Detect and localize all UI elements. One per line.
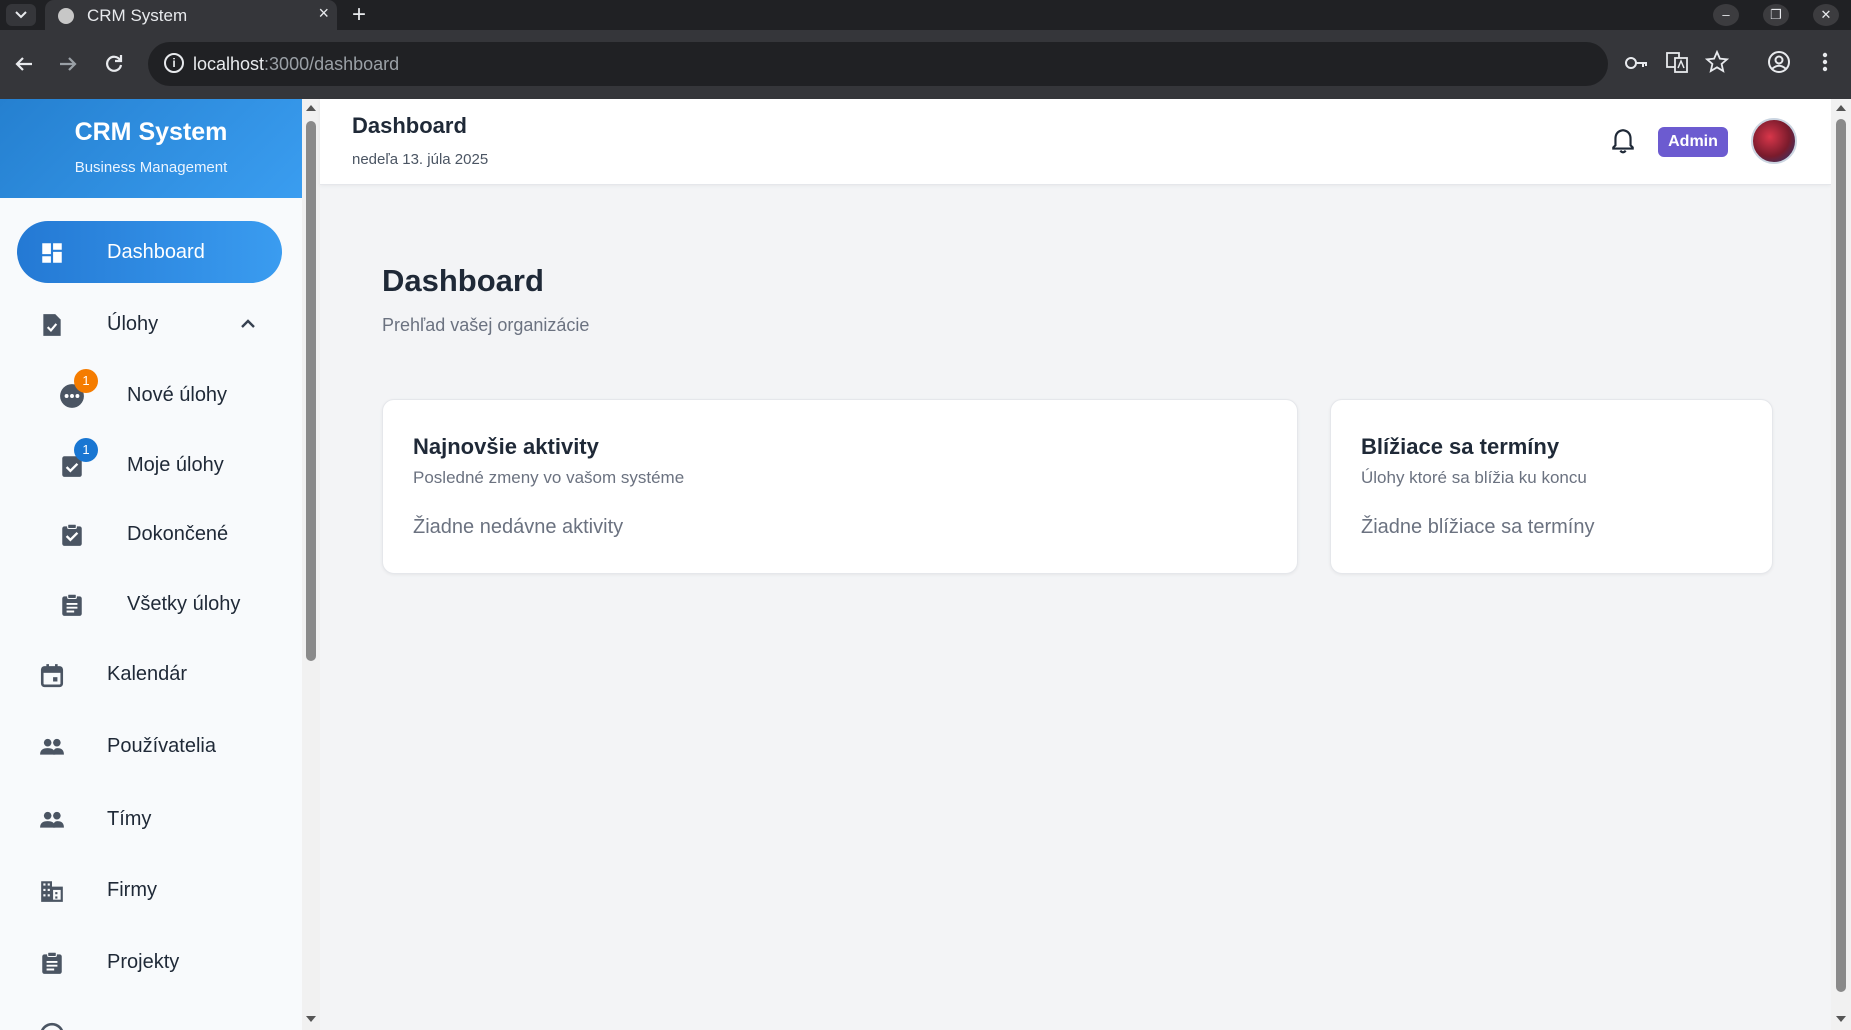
role-badge: Admin	[1658, 127, 1728, 157]
header-title: Dashboard	[352, 113, 467, 138]
sidebar: CRM System Business Management Dashboard…	[0, 99, 302, 1030]
scroll-down-arrow-icon[interactable]	[306, 1016, 316, 1022]
sidebar-item-projekty[interactable]: Projekty	[17, 931, 282, 993]
sidebar-item-label: Tímy	[107, 808, 152, 830]
sidebar-item-nove-ulohy[interactable]: 1 Nové úlohy	[17, 364, 282, 426]
close-window-button[interactable]: ✕	[1813, 4, 1839, 26]
project-clipboard-icon	[42, 951, 62, 974]
people-icon	[40, 738, 64, 755]
card-subtitle: Úlohy ktoré sa blížia ku koncu	[1361, 468, 1587, 487]
dashboard-icon	[42, 243, 62, 263]
main-content: Dashboard nedeľa 13. júla 2025 Admin Das…	[320, 99, 1831, 1030]
page-subtitle: Prehľad vašej organizácie	[382, 315, 590, 335]
avatar[interactable]	[1751, 118, 1797, 164]
activities-card: Najnovšie aktivity Posledné zmeny vo vaš…	[382, 399, 1298, 574]
header-date: nedeľa 13. júla 2025	[352, 151, 489, 168]
sidebar-item-moje-ulohy[interactable]: 1 Moje úlohy	[17, 434, 282, 496]
sidebar-item-label: Dokončené	[127, 523, 229, 545]
card-title: Najnovšie aktivity	[413, 434, 599, 459]
sidebar-item-label: Moje úlohy	[127, 454, 224, 476]
kebab-menu-icon[interactable]	[1815, 50, 1835, 74]
bell-icon[interactable]	[1610, 127, 1636, 155]
empty-state-text: Žiadne blížiace sa termíny	[1361, 516, 1595, 538]
task-file-icon	[43, 314, 61, 336]
clipboard-list-icon	[62, 593, 82, 616]
sidebar-item-pouzivatelia[interactable]: Používatelia	[17, 715, 282, 777]
top-header: Dashboard nedeľa 13. júla 2025 Admin	[320, 99, 1831, 185]
sidebar-item-label: Všetky úlohy	[127, 593, 241, 615]
browser-tab[interactable]: CRM System ×	[45, 0, 337, 30]
sidebar-item-firmy[interactable]: Firmy	[17, 859, 282, 921]
browser-toolbar: i localhost:3000/dashboard	[0, 30, 1851, 99]
page-scrollbar[interactable]	[1831, 99, 1851, 1030]
new-tab-button[interactable]: +	[352, 1, 366, 29]
brand-title: CRM System	[74, 118, 228, 146]
globe-icon	[58, 8, 74, 24]
sidebar-item-label: Dashboard	[107, 241, 205, 263]
forward-arrow-icon[interactable]	[56, 52, 80, 76]
sidebar-item-cutoff[interactable]	[17, 1003, 282, 1030]
sidebar-item-timy[interactable]: Tímy	[17, 788, 282, 850]
tab-search-button[interactable]	[6, 4, 36, 26]
scroll-up-arrow-icon[interactable]	[306, 105, 316, 111]
scroll-down-arrow-icon[interactable]	[1836, 1016, 1846, 1022]
card-subtitle: Posledné zmeny vo vašom systéme	[413, 468, 685, 487]
deadlines-card: Blížiace sa termíny Úlohy ktoré sa blíži…	[1330, 399, 1773, 574]
brand-header: CRM System Business Management	[0, 99, 302, 198]
sidebar-item-label: Úlohy	[107, 313, 159, 335]
page-title: Dashboard	[382, 263, 544, 298]
scroll-up-arrow-icon[interactable]	[1836, 105, 1846, 111]
browser-tab-strip: CRM System × + – ❐ ✕	[0, 0, 1851, 30]
chevron-up-icon[interactable]	[239, 315, 257, 333]
url-text: localhost:3000/dashboard	[193, 54, 400, 74]
sidebar-item-label: Používatelia	[107, 735, 216, 757]
chevron-down-icon	[15, 11, 27, 19]
address-bar[interactable]: i localhost:3000/dashboard	[148, 42, 1608, 86]
sidebar-item-dashboard[interactable]: Dashboard	[17, 221, 282, 283]
minimize-button[interactable]: –	[1713, 4, 1739, 26]
clock-icon	[40, 1022, 64, 1030]
sidebar-item-dokoncene[interactable]: Dokončené	[17, 503, 282, 565]
tab-close-button[interactable]: ×	[318, 3, 329, 24]
sidebar-scroll-thumb[interactable]	[306, 121, 316, 661]
calendar-icon	[40, 664, 64, 688]
password-key-icon[interactable]	[1624, 50, 1650, 76]
brand-subtitle: Business Management	[74, 159, 228, 176]
profile-icon[interactable]	[1767, 50, 1791, 74]
sidebar-item-kalendar[interactable]: Kalendár	[17, 643, 282, 705]
sidebar-scrollbar[interactable]	[302, 99, 320, 1030]
site-info-icon[interactable]: i	[164, 53, 184, 73]
sidebar-item-ulohy[interactable]: Úlohy	[17, 293, 282, 355]
bookmark-star-icon[interactable]	[1705, 50, 1729, 74]
business-building-icon	[41, 881, 63, 902]
sidebar-item-vsetky-ulohy[interactable]: Všetky úlohy	[17, 573, 282, 635]
translate-icon[interactable]	[1665, 50, 1689, 74]
empty-state-text: Žiadne nedávne aktivity	[413, 516, 624, 538]
team-icon	[40, 811, 64, 828]
notification-badge: 1	[74, 438, 98, 462]
notification-badge: 1	[74, 369, 98, 393]
reload-icon[interactable]	[102, 52, 126, 76]
tab-title: CRM System	[87, 6, 188, 25]
sidebar-item-label: Nové úlohy	[127, 384, 228, 406]
page-scroll-thumb[interactable]	[1836, 119, 1846, 992]
sidebar-item-label: Firmy	[107, 879, 157, 901]
sidebar-item-label: Kalendár	[107, 663, 188, 685]
back-arrow-icon[interactable]	[12, 52, 36, 76]
restore-button[interactable]: ❐	[1763, 4, 1789, 26]
card-title: Blížiace sa termíny	[1361, 434, 1560, 459]
clipboard-check-icon	[62, 523, 82, 546]
sidebar-item-label: Projekty	[107, 951, 180, 973]
